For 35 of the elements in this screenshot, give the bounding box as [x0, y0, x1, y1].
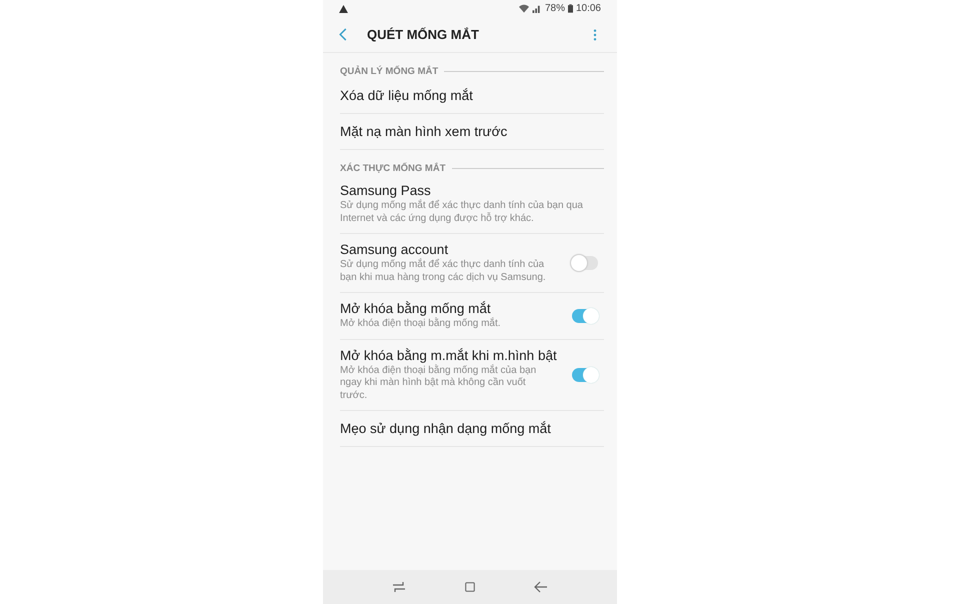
- back-icon[interactable]: [339, 28, 347, 41]
- battery-icon: [568, 4, 573, 13]
- item-title: Mở khóa bằng m.mắt khi m.hình bật: [340, 348, 558, 362]
- settings-item[interactable]: Xóa dữ liệu mống mắt: [340, 78, 604, 114]
- warning-icon: [339, 4, 348, 12]
- battery-percent: 78%: [544, 3, 565, 14]
- home-icon[interactable]: [462, 581, 477, 593]
- toggle-switch[interactable]: [572, 368, 598, 382]
- toggle-switch[interactable]: [572, 256, 598, 270]
- section-header: XÁC THỰC MỐNG MẮT: [340, 162, 446, 174]
- back-icon[interactable]: [534, 581, 548, 593]
- settings-item[interactable]: Mở khóa bằng mống mắt Mở khóa điện thoại bằng mống mắt.: [340, 293, 604, 340]
- settings-item[interactable]: Mở khóa bằng m.mắt khi m.hình bật Mở khóa điện thoại bằng mống mắt của bạn ngay khi màn hình bật mà không cần vuốt trước.: [340, 340, 604, 411]
- item-title: Mặt nạ màn hình xem trước: [340, 124, 508, 139]
- settings-item[interactable]: Mặt nạ màn hình xem trước: [340, 114, 604, 150]
- section-header: QUẢN LÝ MỐNG MẮT: [340, 66, 438, 76]
- item-title: Xóa dữ liệu mống mắt: [340, 88, 474, 103]
- item-description: Sử dụng mống mắt để xác thực danh tính của bạn qua Internet và các ứng dụng được hỗ trợ khác.: [340, 200, 584, 225]
- settings-item[interactable]: Samsung Pass Sử dụng mống mắt để xác thực danh tính của bạn qua Internet và các ứng dụng được hỗ trợ khác.: [340, 175, 604, 234]
- item-title: Mẹo sử dụng nhận dạng mống mắt: [340, 421, 552, 436]
- recent-apps-icon[interactable]: [392, 581, 406, 593]
- item-description: Mở khóa điện thoại bằng mống mắt của bạn ngay khi màn hình bật mà không cần vuốt trước.: [340, 364, 538, 402]
- item-title: Mở khóa bằng mống mắt: [340, 301, 492, 316]
- wifi-icon: [518, 4, 529, 13]
- item-description: Mở khóa điện thoại bằng mống mắt.: [340, 318, 502, 330]
- settings-item[interactable]: Mẹo sử dụng nhận dạng mống mắt: [340, 411, 604, 447]
- more-options-icon[interactable]: [593, 28, 597, 40]
- item-title: Samsung account: [340, 242, 450, 257]
- screen-title: QUÉT MỐNG MẮT: [367, 27, 480, 42]
- toggle-switch[interactable]: [572, 308, 598, 323]
- settings-item[interactable]: Samsung account Sử dụng mống mắt để xác thực danh tính của bạn khi mua hàng trong các dịch vụ Samsung.: [340, 234, 604, 293]
- clock: 10:06: [576, 3, 601, 14]
- item-description: Sử dụng mống mắt để xác thực danh tính của bạn khi mua hàng trong các dịch vụ Samsung.: [340, 259, 547, 284]
- item-title: Samsung Pass: [340, 183, 432, 198]
- signal-icon: [532, 4, 542, 13]
